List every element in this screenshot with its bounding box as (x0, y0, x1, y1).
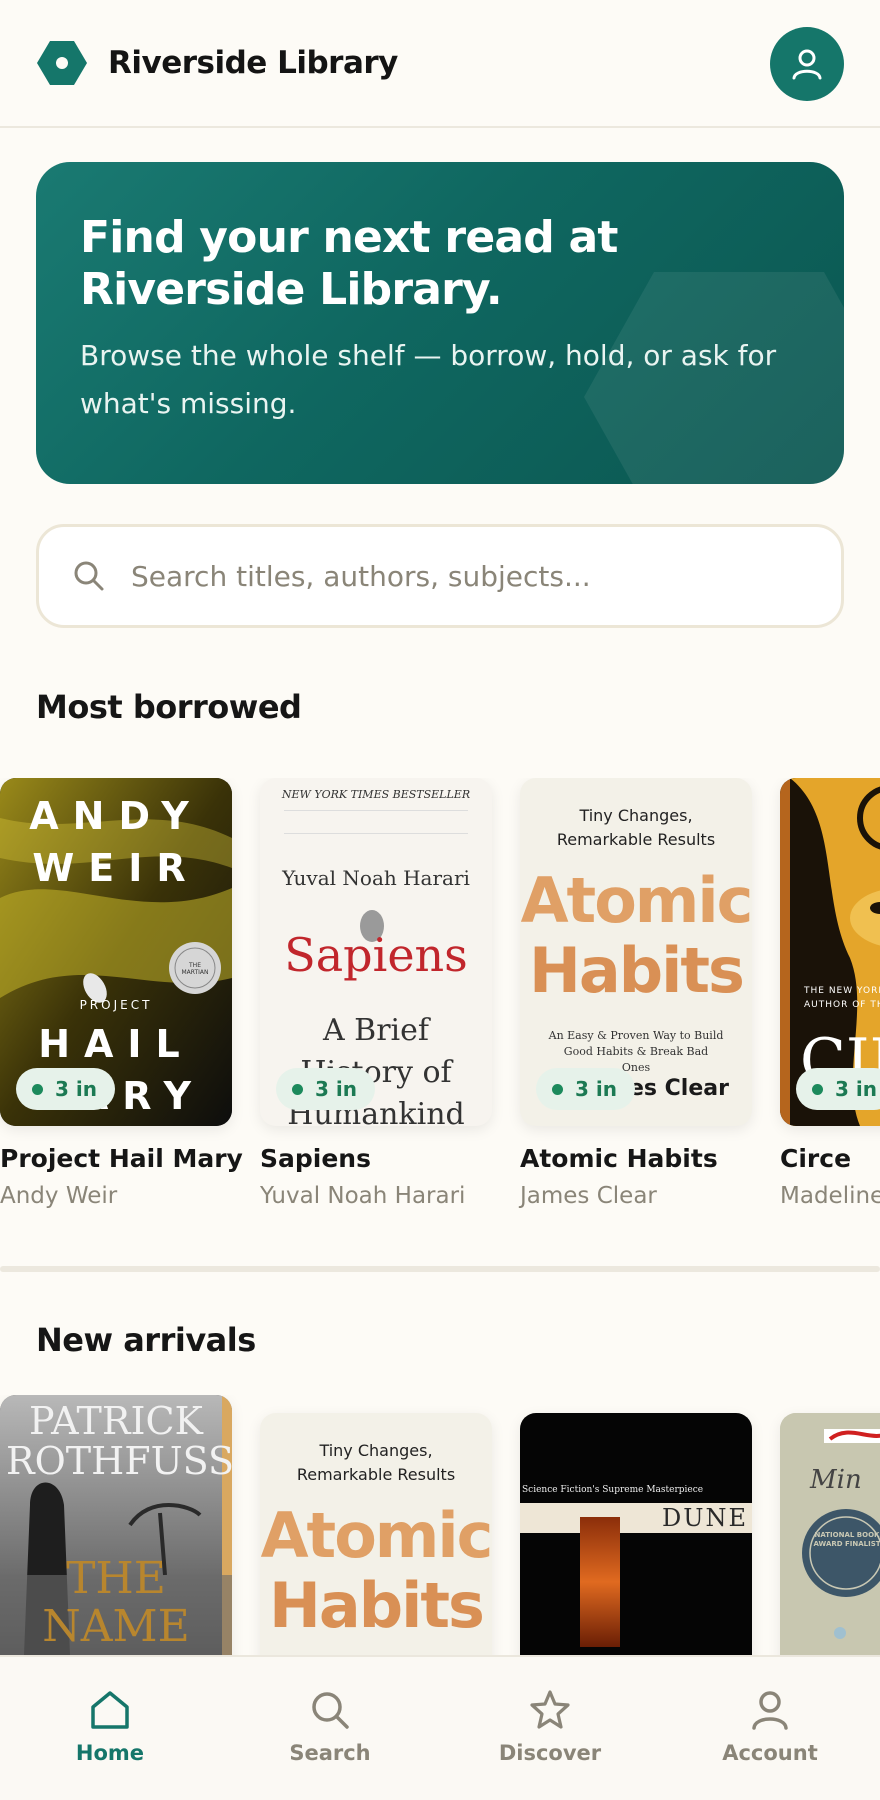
book-cover[interactable]: Science Fiction's Supreme Masterpiece DU… (520, 1413, 752, 1655)
available-dot-icon (812, 1083, 823, 1095)
book-title[interactable]: Project Hail Mary (0, 1144, 243, 1173)
cover-title-text: Sapiens (284, 928, 468, 982)
cover-title-text: Min (810, 1465, 862, 1495)
nav-label-account: Account (722, 1741, 818, 1765)
cover-badge-text: THE MARTIAN (181, 962, 209, 976)
hero-banner: Find your next read at Riverside Library… (36, 162, 844, 484)
availability-text: 3 in (55, 1077, 97, 1101)
nav-item-discover[interactable]: Discover (440, 1657, 660, 1800)
hexagon-logo-icon (36, 39, 88, 87)
book-title[interactable]: Sapiens (260, 1144, 492, 1173)
cover-title-line1: Atomic (260, 1499, 492, 1572)
cover-top-text: NEW YORK TIMES BESTSELLER (281, 788, 471, 801)
account-avatar-button[interactable] (770, 27, 844, 101)
book-title[interactable]: Atomic Habits (520, 1144, 752, 1173)
book-card[interactable]: NEW YORK TIMES BESTSELLER Yuval Noah Har… (260, 778, 492, 1209)
book-author: Andy Weir (0, 1183, 118, 1209)
hero-title: Find your next read at Riverside Library… (80, 212, 618, 315)
book-cover[interactable]: Min NATIONAL BOOK AWARD FINALIST (780, 1413, 880, 1655)
book-card[interactable]: THE NEW YORK AUTHOR OF THE CIRCE MADELIN… (780, 778, 880, 1209)
user-icon (752, 1691, 788, 1730)
cover-title-text: DUNE (662, 1504, 748, 1532)
app-title: Riverside Library (108, 45, 398, 81)
cover-top-text: Tiny Changes, Remarkable Results (296, 1441, 456, 1484)
cover-title-text: THE NAME (42, 1553, 190, 1652)
cover-title-line2: Habits (269, 1569, 485, 1642)
search-icon (312, 1692, 349, 1729)
availability-badge: 3 in (796, 1068, 880, 1110)
nav-item-search[interactable]: Search (220, 1657, 440, 1800)
bottom-navigation: Home Search Discover Account (0, 1655, 880, 1800)
cover-subtitle-text: AUTHOR OF THE (804, 1000, 880, 1010)
section-divider (0, 1266, 880, 1272)
nav-label-search: Search (289, 1741, 371, 1765)
book-cover[interactable]: THE NEW YORK AUTHOR OF THE CIRCE MADELIN… (780, 778, 880, 1126)
book-card[interactable]: Tiny Changes, Remarkable Results Atomic … (260, 1413, 492, 1655)
book-card[interactable]: ANDY WEIR PROJECT HAIL MARY THE MARTIAN … (0, 778, 243, 1209)
book-card[interactable]: Tiny Changes, Remarkable Results Atomic … (520, 778, 752, 1209)
book-card[interactable]: Min NATIONAL BOOK AWARD FINALIST (780, 1413, 880, 1655)
cover-top-text: Tiny Changes, Remarkable Results (556, 806, 716, 849)
cover-top-text: Science Fiction's Supreme Masterpiece (522, 1485, 704, 1495)
book-cover[interactable]: Tiny Changes, Remarkable Results Atomic … (520, 778, 752, 1126)
availability-text: 3 in (835, 1077, 877, 1101)
cover-figure (580, 1517, 620, 1647)
nav-item-home[interactable]: Home (0, 1657, 220, 1800)
cover-title-line1: Atomic (520, 864, 752, 937)
search-input[interactable] (131, 559, 809, 593)
cover-badge-text: NATIONAL BOOK AWARD FINALIST (813, 1531, 880, 1548)
availability-badge: 3 in (16, 1068, 115, 1110)
nav-label-discover: Discover (498, 1741, 602, 1765)
user-icon (792, 49, 822, 80)
cover-blurb-lines (284, 810, 468, 834)
book-author: Yuval Noah Harari (260, 1183, 466, 1209)
book-cover[interactable]: Tiny Changes, Remarkable Results Atomic … (260, 1413, 492, 1655)
search-icon (74, 561, 104, 591)
cover-title-line2: Habits (529, 934, 745, 1007)
book-cover[interactable]: NEW YORK TIMES BESTSELLER Yuval Noah Har… (260, 778, 492, 1126)
availability-text: 3 in (575, 1077, 617, 1101)
book-cover[interactable]: PATRICK ROTHFUSS THE NAME (0, 1395, 232, 1655)
book-author: Madeline Miller (780, 1183, 880, 1209)
book-card[interactable]: Science Fiction's Supreme Masterpiece DU… (520, 1413, 752, 1655)
nav-label-home: Home (75, 1741, 145, 1765)
section-title-new-arrivals: New arrivals (36, 1321, 256, 1359)
cover-top-text: THE NEW YORK (804, 986, 880, 996)
available-dot-icon (292, 1083, 303, 1095)
home-icon (91, 1691, 129, 1729)
search-bar[interactable] (36, 524, 844, 628)
availability-badge: 3 in (276, 1068, 375, 1110)
book-author: James Clear (520, 1183, 657, 1209)
availability-badge: 3 in (536, 1068, 635, 1110)
book-cover[interactable]: ANDY WEIR PROJECT HAIL MARY THE MARTIAN … (0, 778, 232, 1126)
star-icon (530, 1690, 570, 1729)
book-card[interactable]: PATRICK ROTHFUSS THE NAME (0, 1395, 232, 1655)
book-title[interactable]: Circe (780, 1144, 880, 1173)
app-header: Riverside Library (0, 0, 880, 128)
cover-author-text: PATRICK ROTHFUSS (6, 1399, 232, 1483)
cover-author-text: Yuval Noah Harari (282, 866, 470, 890)
cover-author-text: ANDY WEIR (29, 794, 203, 890)
availability-text: 3 in (315, 1077, 357, 1101)
hero-subtitle: Browse the whole shelf — borrow, hold, o… (80, 339, 777, 420)
nav-item-account[interactable]: Account (660, 1657, 880, 1800)
new-arrivals-shelf[interactable]: PATRICK ROTHFUSS THE NAME Tiny Changes, … (0, 1395, 880, 1655)
available-dot-icon (32, 1083, 43, 1095)
available-dot-icon (552, 1083, 563, 1095)
section-title-most-borrowed: Most borrowed (36, 688, 302, 726)
most-borrowed-shelf[interactable]: ANDY WEIR PROJECT HAIL MARY THE MARTIAN … (0, 778, 880, 1238)
cover-series-text: PROJECT (79, 998, 153, 1012)
